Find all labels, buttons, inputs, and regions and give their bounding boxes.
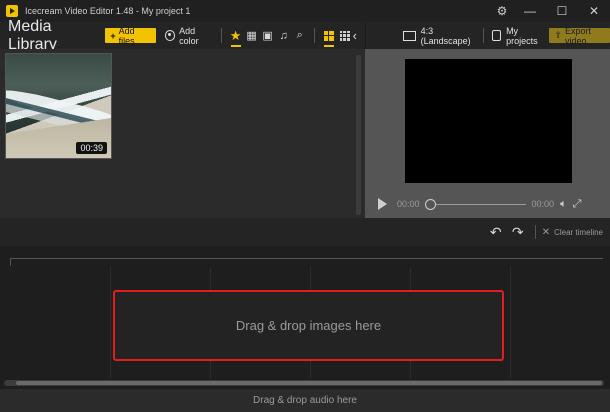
timeline-area: Drag & drop images here Drag & drop audi…	[0, 246, 610, 412]
close-icon[interactable]: ✕	[578, 0, 610, 22]
aspect-ratio-button[interactable]: 4:3 (Landscape)	[403, 26, 474, 46]
volume-icon[interactable]: 🔈︎	[560, 198, 567, 211]
media-scrollbar[interactable]	[356, 55, 361, 215]
audio-drop-zone[interactable]: Drag & drop audio here	[0, 389, 610, 412]
current-time: 00:00	[397, 199, 420, 209]
clear-timeline-label: Clear timeline	[554, 227, 603, 237]
play-icon[interactable]	[378, 198, 387, 210]
video-preview-screen	[405, 59, 572, 183]
toolbar-divider	[534, 225, 536, 239]
add-files-button[interactable]: + Add files	[105, 25, 156, 46]
maximize-icon[interactable]: ☐	[546, 0, 578, 22]
player-controls: 00:00 00:00 🔈︎ ⤢	[365, 193, 610, 215]
media-grid: 00:39	[0, 49, 365, 218]
filter-image-icon[interactable]: ▣	[260, 25, 276, 47]
palette-icon	[164, 30, 176, 41]
filter-all-star-icon[interactable]: ★	[228, 25, 244, 47]
export-video-button[interactable]: ⇪ Export video	[549, 25, 610, 46]
minimize-icon[interactable]: —	[514, 0, 546, 22]
window-title: Icecream Video Editor 1.48 - My project …	[25, 6, 191, 16]
filter-video-film-icon[interactable]: ▦	[244, 25, 260, 47]
aspect-ratio-label: 4:3 (Landscape)	[420, 25, 471, 46]
redo-icon[interactable]: ↷	[507, 224, 529, 241]
add-color-label: Add color	[179, 25, 199, 46]
preview-toolbar: 4:3 (Landscape) My projects ⇪ Export vid…	[365, 22, 610, 49]
seek-bar[interactable]	[424, 198, 526, 210]
aspect-frame-icon	[403, 30, 416, 41]
thumbnail-duration: 00:39	[76, 142, 107, 154]
images-drop-label: Drag & drop images here	[235, 318, 382, 333]
projects-icon	[491, 30, 502, 41]
media-library-panel: Media Library + Add files Add color ★ ▦ …	[0, 18, 365, 218]
media-thumbnail[interactable]: 00:39	[5, 53, 112, 159]
preview-area: 00:00 00:00 🔈︎ ⤢	[365, 49, 610, 218]
total-time: 00:00	[531, 199, 555, 209]
collapse-chevron-left-icon[interactable]: ‹	[353, 28, 357, 43]
clear-x-icon: ✕	[541, 226, 551, 238]
export-video-label: Export video	[565, 25, 592, 46]
export-icon: ⇪	[554, 30, 563, 40]
timeline-scroll-thumb[interactable]	[16, 381, 602, 385]
audio-drop-label: Drag & drop audio here	[253, 395, 357, 406]
toolbar-divider	[482, 28, 484, 43]
undo-icon[interactable]: ↶	[485, 224, 507, 241]
timeline-scrollbar[interactable]	[4, 380, 604, 386]
app-logo-icon	[6, 5, 18, 17]
preview-panel: 4:3 (Landscape) My projects ⇪ Export vid…	[365, 22, 610, 218]
my-projects-button[interactable]: My projects	[491, 25, 544, 46]
view-small-grid-icon[interactable]	[337, 25, 353, 47]
clear-timeline-button[interactable]: ✕ Clear timeline	[542, 227, 603, 238]
toolbar-divider	[220, 28, 222, 43]
timeline-toolbar: ↶ ↷ ✕ Clear timeline	[0, 218, 610, 246]
seek-handle[interactable]	[424, 198, 436, 210]
timeline-ruler	[10, 258, 603, 266]
media-toolbar: Media Library + Add files Add color ★ ▦ …	[0, 18, 365, 53]
my-projects-label: My projects	[506, 25, 538, 46]
plus-icon: +	[110, 30, 116, 41]
settings-gear-icon[interactable]: ⚙	[490, 0, 514, 22]
add-files-label: Add files	[118, 25, 135, 46]
toolbar-divider	[313, 28, 315, 43]
filter-audio-music-icon[interactable]: ♫	[276, 25, 292, 47]
images-drop-zone[interactable]: Drag & drop images here	[113, 290, 504, 361]
view-large-grid-icon[interactable]	[321, 25, 337, 47]
fullscreen-icon[interactable]: ⤢	[573, 198, 582, 211]
add-color-button[interactable]: Add color	[164, 25, 215, 46]
search-icon[interactable]: ⌕	[292, 25, 308, 47]
